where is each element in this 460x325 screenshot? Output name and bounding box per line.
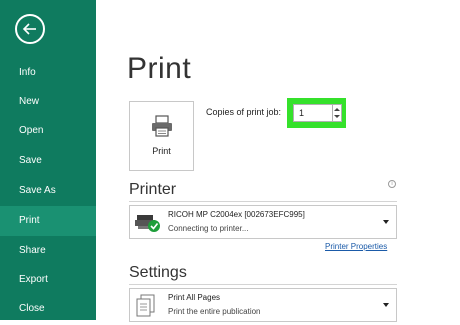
printer-status: Connecting to printer... — [168, 224, 249, 233]
nav-info[interactable]: Info — [0, 58, 96, 88]
copies-label: Copies of print job: — [206, 107, 282, 117]
printer-section-title: Printer — [129, 181, 177, 198]
printer-dropdown[interactable]: RICOH MP C2004ex [002673EFC995] Connecti… — [129, 205, 397, 239]
spin-up-icon[interactable] — [334, 108, 340, 111]
settings-divider — [129, 284, 397, 285]
printer-status-icon — [135, 211, 161, 238]
nav-save[interactable]: Save — [0, 146, 96, 176]
copies-input[interactable]: 1 — [293, 104, 333, 122]
nav-export[interactable]: Export — [0, 265, 96, 295]
printer-divider — [129, 201, 397, 202]
print-button[interactable]: Print — [129, 101, 194, 171]
printer-icon — [150, 114, 174, 143]
pages-icon — [135, 294, 157, 325]
pages-description: Print the entire publication — [168, 307, 261, 316]
print-pane: Print Print Copies of print job: 1 Print… — [96, 0, 460, 322]
spin-down-icon[interactable] — [334, 115, 340, 118]
nav-print[interactable]: Print — [0, 206, 96, 236]
back-arrow-icon[interactable] — [15, 14, 45, 44]
info-icon[interactable]: i — [388, 180, 396, 188]
print-button-label: Print — [152, 146, 171, 156]
backstage-sidebar: Info New Open Save Save As Print Share E… — [0, 0, 96, 320]
nav-open[interactable]: Open — [0, 116, 96, 146]
nav-save-as[interactable]: Save As — [0, 176, 96, 206]
pages-option: Print All Pages — [168, 293, 221, 302]
printer-properties-link[interactable]: Printer Properties — [325, 242, 387, 251]
chevron-down-icon — [383, 220, 389, 224]
printer-name: RICOH MP C2004ex [002673EFC995] — [168, 210, 305, 219]
copies-spinner[interactable] — [333, 104, 342, 122]
settings-section-title: Settings — [129, 264, 187, 281]
pages-dropdown[interactable]: Print All Pages Print the entire publica… — [129, 288, 397, 322]
chevron-down-icon — [383, 303, 389, 307]
nav-new[interactable]: New — [0, 87, 96, 117]
nav-share[interactable]: Share — [0, 236, 96, 266]
page-title: Print — [127, 52, 192, 85]
